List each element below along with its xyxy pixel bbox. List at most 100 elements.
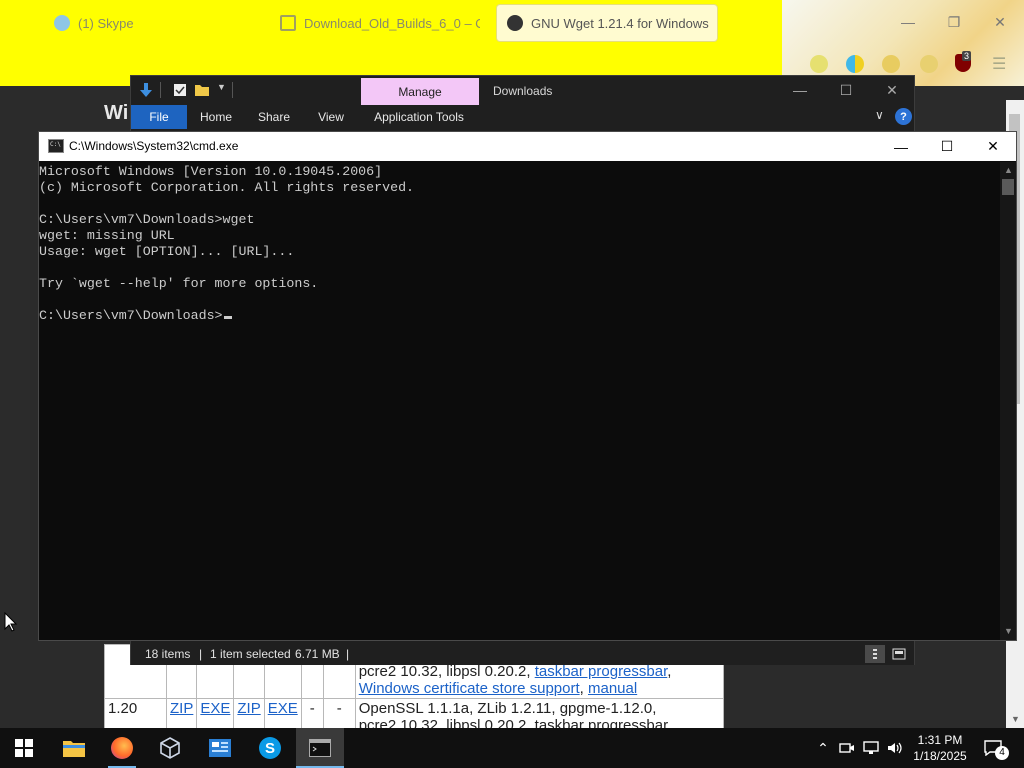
properties-icon[interactable] [173,83,187,97]
console-line: (c) Microsoft Corporation. All rights re… [39,180,415,195]
taskbar-firefox[interactable] [98,728,146,768]
close-icon[interactable]: ✕ [970,132,1016,161]
restore-icon[interactable]: ❐ [940,10,968,34]
console-line: Microsoft Windows [Version 10.0.19045.20… [39,164,383,179]
item-count: 18 items [145,647,191,661]
console-line: wget: missing URL [39,228,175,243]
gnu-icon [507,15,523,31]
page-heading: Wi [104,102,129,124]
close-icon[interactable]: ✕ [986,10,1014,34]
notes-text: pcre2 10.32, libpsl 0.20.2, [358,663,531,680]
taskbar-control-panel[interactable] [196,728,244,768]
console-prompt: C:\Users\vm7\Downloads> [39,308,223,323]
tab-home[interactable]: Home [191,105,241,129]
notes-line: pcre2 10.32, libpsl 0.20.2, taskbar prog… [358,717,669,728]
skype-icon: S [259,737,281,759]
tab-manage[interactable]: Manage [361,78,479,106]
new-folder-icon[interactable] [195,83,209,97]
explorer-title: Downloads [493,84,553,98]
version-cell: 1.20 [104,698,167,728]
large-icons-view-icon[interactable] [889,645,909,663]
color-picker-icon[interactable] [846,55,864,73]
tab-application-tools[interactable]: Application Tools [367,105,471,129]
scroll-down-arrow-icon[interactable]: ▼ [1011,714,1020,724]
download-arrow-icon[interactable] [139,83,153,97]
browser-tab-gnu-wget[interactable]: GNU Wget 1.21.4 for Windows [496,4,718,42]
cmd-scrollbar[interactable]: ▲ ▼ [1000,162,1016,640]
extension-icon[interactable] [882,55,900,73]
system-clock[interactable]: 1:31 PM 1/18/2025 [902,732,978,764]
terminal-icon [309,739,331,757]
menu-icon[interactable]: ☰ [992,54,1006,74]
table-cell-notes: OpenSSL 1.1.1a, ZLib 1.2.11, gpgme-1.12.… [354,698,724,728]
ublock-badge: 3 [962,51,972,61]
windows-logo-icon [15,739,33,757]
page-icon [280,15,296,31]
quick-access-dropdown-icon[interactable]: ▼ [217,82,226,92]
network-icon[interactable] [862,739,880,757]
mouse-pointer-icon [4,612,18,632]
console-line: C:\Users\vm7\Downloads>wget [39,212,255,227]
zip-64-link[interactable]: ZIP [237,700,260,717]
details-view-icon[interactable] [865,645,885,663]
clock-date: 1/18/2025 [913,749,967,763]
scroll-down-arrow-icon[interactable]: ▼ [1004,626,1013,636]
table-row: 1.20 ZIP EXE ZIP EXE - - OpenSSL 1.1.1a,… [104,698,724,728]
show-hidden-icons-chevron-icon[interactable]: ⌃ [814,739,832,757]
help-icon[interactable]: ? [895,108,912,125]
cmd-window: C:\Windows\System32\cmd.exe — ☐ ✕ Micros… [38,131,1017,641]
divider [232,82,233,98]
cmd-app-icon[interactable] [48,139,64,153]
taskbar-file-explorer[interactable] [50,728,98,768]
taskbar-virtualbox[interactable] [146,728,194,768]
extension-icon[interactable] [920,55,938,73]
explorer-title-bar: ▼ Manage Downloads — ☐ ✕ [131,76,914,106]
skype-icon [54,15,70,31]
tab-share[interactable]: Share [249,105,299,129]
maximize-icon[interactable]: ☐ [924,132,970,161]
table-cell: EXE [263,698,302,728]
notes-sep: , [579,680,584,697]
clock-time: 1:31 PM [917,733,963,747]
status-separator: | [199,647,203,661]
meet-now-icon[interactable] [838,739,856,757]
tab-view[interactable]: View [307,105,355,129]
zip-32-link[interactable]: ZIP [170,700,193,717]
scroll-up-arrow-icon[interactable]: ▲ [1004,165,1013,175]
minimize-icon[interactable]: — [785,80,815,100]
tab-label: Download_Old_Builds_6_0 – Oc [304,15,480,31]
minimize-icon[interactable]: — [878,132,924,161]
console-prompt-line[interactable]: C:\Users\vm7\Downloads> [39,308,1000,324]
chevron-down-icon[interactable]: ∨ [875,108,884,122]
firefox-icon [111,737,133,759]
taskbar-skype[interactable]: S [246,728,294,768]
start-button[interactable] [0,728,48,768]
tab-file[interactable]: File [131,105,187,129]
cmd-scroll-thumb[interactable] [1002,179,1014,195]
cmd-title-bar: C:\Windows\System32\cmd.exe — ☐ ✕ [39,132,1016,161]
windows-cert-store-link[interactable]: Windows certificate store support [359,680,580,697]
table-cell: ZIP [165,698,198,728]
exe-64-link[interactable]: EXE [268,700,298,717]
tab-label: GNU Wget 1.21.4 for Windows [531,15,709,31]
divider [160,82,161,98]
close-icon[interactable]: ✕ [877,80,907,100]
table-cell: EXE [196,698,235,728]
browser-tab-download-old-builds[interactable]: Download_Old_Builds_6_0 – Oc [270,4,480,42]
console-output[interactable]: Microsoft Windows [Version 10.0.19045.20… [39,162,1000,640]
maximize-icon[interactable]: ☐ [831,80,861,100]
tab-label: (1) Skype [78,15,134,31]
status-separator: | [346,647,350,661]
extension-icon[interactable] [810,55,828,73]
browser-tab-skype[interactable]: (1) Skype [44,4,244,42]
minimize-icon[interactable]: — [894,10,922,34]
selection-size: 6.71 MB [295,647,340,661]
folder-icon [63,741,85,757]
manual-link[interactable]: manual [588,680,637,697]
taskbar-progressbar-link[interactable]: taskbar progressbar [535,663,668,680]
notes-line: OpenSSL 1.1.1a, ZLib 1.2.11, gpgme-1.12.… [358,700,657,717]
taskbar-cmd[interactable] [296,728,344,768]
exe-32-link[interactable]: EXE [200,700,230,717]
